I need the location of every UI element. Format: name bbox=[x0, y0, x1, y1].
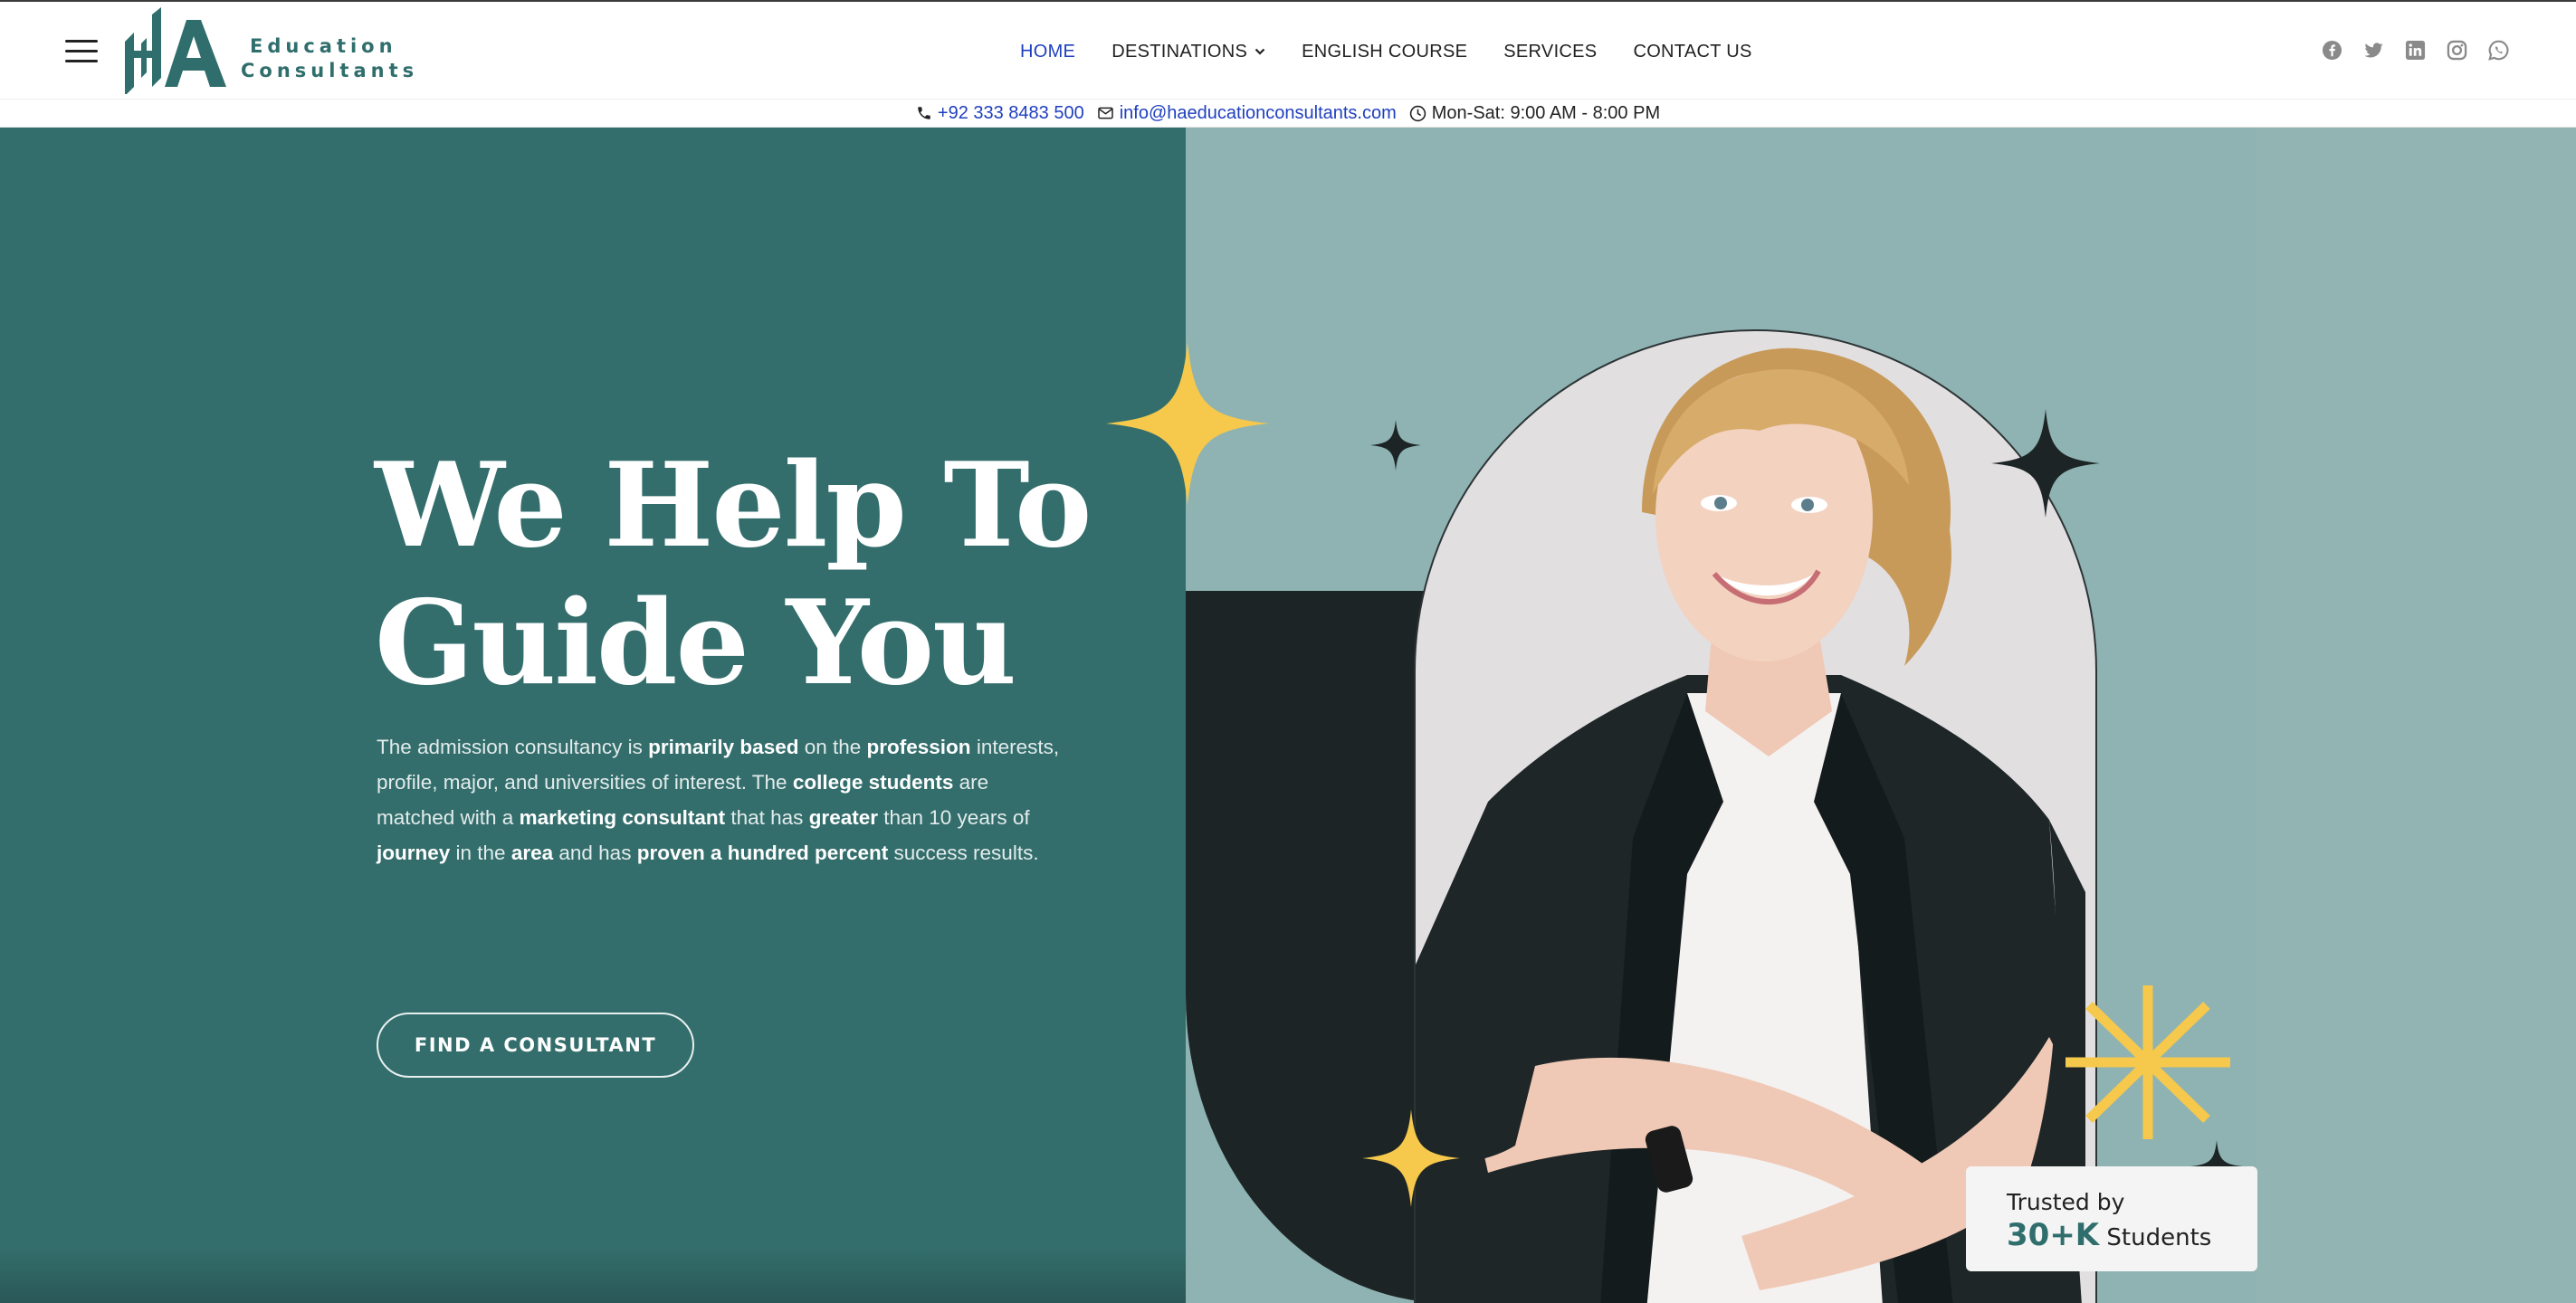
description-segment: in the bbox=[450, 842, 511, 864]
description-bold-segment: college students bbox=[792, 771, 954, 794]
hero-description: The admission consultancy is primarily b… bbox=[377, 729, 1064, 870]
description-segment: and has bbox=[553, 842, 637, 864]
clock-icon bbox=[1409, 105, 1426, 121]
nav-english-course-label: ENGLISH COURSE bbox=[1302, 41, 1468, 62]
large-yellow-star-icon bbox=[1106, 342, 1269, 505]
hero-left-panel bbox=[0, 128, 1186, 1303]
phone-link[interactable]: +92 333 8483 500 bbox=[938, 103, 1084, 124]
brand-name-line2: Consultants bbox=[241, 60, 419, 81]
description-segment: than 10 years of bbox=[877, 806, 1030, 829]
small-dark-star-icon bbox=[1370, 420, 1421, 471]
description-segment: on the bbox=[798, 736, 867, 758]
trust-suffix: Students bbox=[2106, 1224, 2212, 1251]
main-nav: HOME DESTINATIONS ENGLISH COURSE SERVICE… bbox=[1020, 40, 1752, 63]
trust-card-label: Trusted by bbox=[2007, 1189, 2125, 1215]
description-segment: The admission consultancy is bbox=[377, 736, 649, 758]
nav-home[interactable]: HOME bbox=[1020, 42, 1075, 62]
nav-english-course[interactable]: ENGLISH COURSE bbox=[1302, 42, 1467, 62]
twitter-icon[interactable] bbox=[2363, 40, 2384, 61]
nav-destinations[interactable]: DESTINATIONS bbox=[1111, 42, 1265, 62]
email-item: info@haeducationconsultants.com bbox=[1097, 103, 1397, 124]
business-hours: Mon-Sat: 9:00 AM - 8:00 PM bbox=[1431, 102, 1661, 123]
nav-services-label: SERVICES bbox=[1503, 41, 1598, 62]
description-bold-segment: greater bbox=[808, 806, 878, 829]
description-bold-segment: area bbox=[510, 842, 554, 864]
instagram-icon[interactable] bbox=[2447, 40, 2467, 61]
description-bold-segment: primarily based bbox=[648, 736, 799, 758]
nav-home-label: HOME bbox=[1020, 41, 1076, 62]
description-bold-segment: proven a hundred percent bbox=[636, 842, 889, 864]
facebook-icon[interactable] bbox=[2322, 40, 2342, 61]
envelope-icon bbox=[1097, 107, 1113, 119]
nav-destinations-label: DESTINATIONS bbox=[1111, 41, 1248, 62]
description-bold-segment: profession bbox=[866, 736, 971, 758]
ha-monogram-logo-icon bbox=[125, 7, 226, 94]
linkedin-icon[interactable] bbox=[2405, 40, 2426, 61]
description-segment: success results. bbox=[888, 842, 1039, 864]
yellow-star-bottom-icon bbox=[1362, 1109, 1460, 1207]
email-link[interactable]: info@haeducationconsultants.com bbox=[1120, 103, 1397, 124]
hero-title: We Help To Guide You bbox=[375, 437, 1189, 712]
hero-title-line2: Guide You bbox=[375, 575, 1016, 711]
chevron-down-icon bbox=[1255, 48, 1265, 55]
dark-star-icon bbox=[1991, 409, 2100, 518]
find-consultant-button[interactable]: FIND A CONSULTANT bbox=[377, 1013, 694, 1078]
brand-logo[interactable]: Education Consultants bbox=[123, 7, 414, 94]
brand-name-line1: Education bbox=[250, 35, 397, 57]
contact-info-bar: +92 333 8483 500 info@haeducationconsult… bbox=[0, 99, 2576, 128]
trust-card-stat: 30+K Students bbox=[2007, 1217, 2257, 1256]
menu-icon[interactable] bbox=[65, 40, 98, 63]
trust-card: Trusted by 30+K Students bbox=[1966, 1166, 2257, 1271]
hero-section: We Help To Guide You The admission consu… bbox=[0, 128, 2576, 1303]
nav-services[interactable]: SERVICES bbox=[1503, 42, 1597, 62]
description-bold-segment: marketing consultant bbox=[519, 806, 726, 829]
phone-item: +92 333 8483 500 bbox=[916, 103, 1084, 124]
social-links bbox=[2322, 40, 2509, 61]
whatsapp-icon[interactable] bbox=[2488, 40, 2509, 61]
site-header: Education Consultants HOME DESTINATIONS … bbox=[0, 2, 2576, 99]
hero-title-line1: We Help To bbox=[375, 438, 1092, 574]
phone-icon bbox=[918, 107, 930, 119]
description-bold-segment: journey bbox=[377, 842, 451, 864]
nav-contact-us-label: CONTACT US bbox=[1633, 41, 1752, 62]
trust-count: 30+K bbox=[2007, 1217, 2100, 1253]
nav-contact-us[interactable]: CONTACT US bbox=[1633, 42, 1751, 62]
brand-name: Education Consultants bbox=[241, 34, 418, 83]
yellow-asterisk-icon bbox=[2066, 985, 2230, 1139]
hours-item: Mon-Sat: 9:00 AM - 8:00 PM bbox=[1409, 103, 1660, 124]
description-segment: that has bbox=[725, 806, 809, 829]
